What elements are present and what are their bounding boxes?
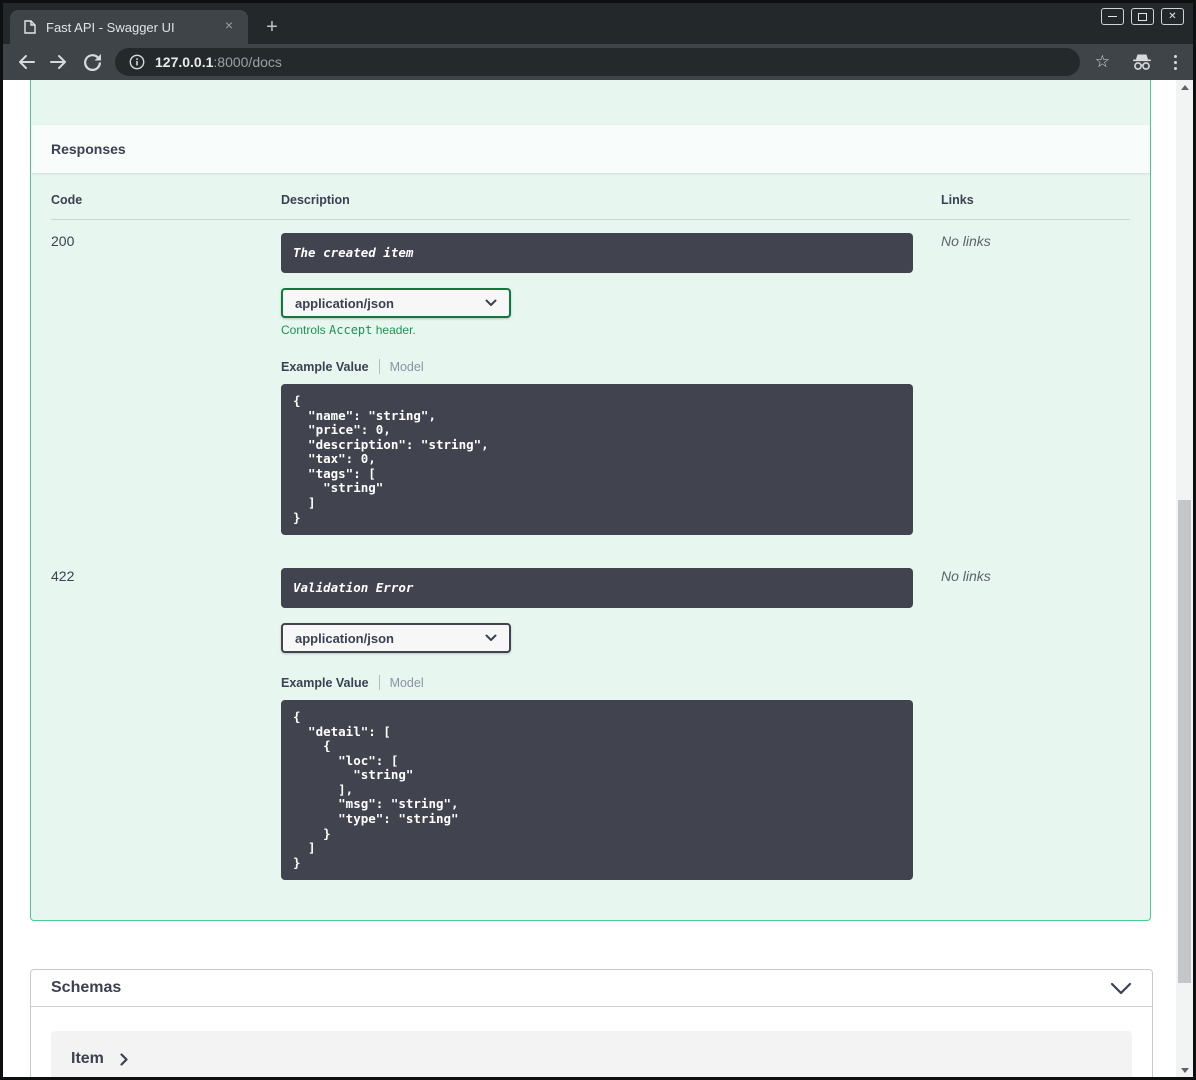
forward-icon	[50, 55, 66, 69]
scroll-down-button[interactable]	[1176, 1063, 1193, 1077]
chevron-down-icon	[485, 634, 497, 642]
chevron-down-icon[interactable]	[1110, 982, 1132, 995]
schemas-section: Schemas Item ValidationError	[30, 969, 1153, 1077]
media-type-value: application/json	[295, 295, 394, 311]
tab-example-value[interactable]: Example Value	[281, 676, 369, 690]
schemas-header[interactable]: Schemas	[31, 970, 1152, 1008]
links-value: No links	[941, 233, 991, 249]
tab-separator	[378, 359, 380, 374]
accept-header-note: Controls Accept header.	[281, 323, 416, 337]
incognito-icon	[1133, 54, 1151, 70]
titlebar: Fast API - Swagger UI × + ✕	[3, 3, 1193, 44]
page-scrollbar[interactable]	[1176, 80, 1193, 1077]
responses-section-header: Responses	[31, 125, 1150, 173]
column-header-description: Description	[281, 193, 350, 207]
scrollbar-thumb[interactable]	[1178, 500, 1191, 983]
example-json-422: { "detail": [ { "loc": [ "string" ], "ms…	[281, 700, 913, 881]
column-header-links: Links	[941, 193, 974, 207]
browser-window: Fast API - Swagger UI × + ✕ 127.0.0.1:80…	[0, 0, 1196, 1080]
window-controls: ✕	[1101, 8, 1184, 25]
page-content: Responses Code Description Links 200 The…	[3, 80, 1176, 1077]
forward-button[interactable]	[49, 52, 69, 72]
example-model-tabs: Example Value Model	[281, 675, 913, 691]
response-description: The created item	[293, 245, 414, 260]
url-bar[interactable]: 127.0.0.1:8000/docs	[115, 48, 1080, 76]
browser-toolbar: 127.0.0.1:8000/docs ☆	[3, 44, 1193, 80]
url-text: 127.0.0.1:8000/docs	[155, 54, 282, 70]
response-code: 200	[51, 233, 75, 249]
close-button[interactable]: ✕	[1161, 8, 1184, 25]
reload-button[interactable]	[82, 52, 102, 72]
response-description-box: Validation Error	[281, 568, 913, 609]
tab-close-icon[interactable]: ×	[220, 18, 238, 36]
media-type-value: application/json	[295, 630, 394, 646]
maximize-icon	[1138, 12, 1147, 21]
column-header-code: Code	[51, 193, 83, 207]
example-json-200: { "name": "string", "price": 0, "descrip…	[281, 384, 913, 536]
schema-model-item[interactable]: Item	[51, 1031, 1132, 1077]
response-row-200: 200 The created item application/json Co…	[51, 220, 1130, 536]
response-description: Validation Error	[293, 580, 414, 596]
tab-model[interactable]: Model	[390, 360, 424, 374]
url-host: 127.0.0.1	[155, 54, 214, 70]
media-type-select[interactable]: application/json	[281, 288, 511, 318]
tab-model[interactable]: Model	[390, 676, 424, 690]
responses-table-header: Code Description Links	[51, 193, 1130, 220]
scroll-up-button[interactable]	[1176, 80, 1193, 94]
maximize-button[interactable]	[1131, 8, 1154, 25]
links-value: No links	[941, 568, 991, 585]
tab-title: Fast API - Swagger UI	[46, 19, 175, 35]
new-tab-button[interactable]: +	[261, 17, 283, 39]
minimize-icon	[1108, 15, 1117, 18]
browser-tab[interactable]: Fast API - Swagger UI ×	[10, 10, 248, 44]
tab-separator	[378, 675, 380, 691]
bookmark-star-icon[interactable]: ☆	[1095, 52, 1110, 72]
page-favicon-icon	[24, 20, 36, 34]
schemas-title: Schemas	[51, 979, 122, 997]
response-code: 422	[51, 568, 75, 585]
chevron-right-icon	[120, 1053, 128, 1066]
back-button[interactable]	[16, 52, 36, 72]
media-type-select[interactable]: application/json	[281, 623, 511, 654]
scroll-up-icon	[1180, 84, 1189, 90]
scroll-down-icon	[1180, 1067, 1189, 1073]
browser-menu-button[interactable]	[1174, 54, 1177, 70]
info-icon	[129, 54, 145, 70]
opblock-post: Responses Code Description Links 200 The…	[30, 80, 1151, 922]
reload-icon	[83, 53, 101, 71]
url-path: :8000/docs	[213, 54, 282, 70]
tab-example-value[interactable]: Example Value	[281, 360, 369, 374]
minimize-button[interactable]	[1101, 8, 1124, 25]
opblock-body-spacer	[31, 80, 1150, 125]
responses-title: Responses	[51, 141, 126, 157]
model-name: Item	[71, 1050, 104, 1068]
response-description-box: The created item	[281, 233, 913, 273]
example-model-tabs: Example Value Model	[281, 359, 913, 374]
response-row-422: 422 Validation Error application/json Ex…	[51, 555, 1130, 881]
chevron-down-icon	[485, 299, 497, 306]
close-icon: ✕	[1168, 10, 1177, 22]
back-icon	[19, 55, 35, 69]
